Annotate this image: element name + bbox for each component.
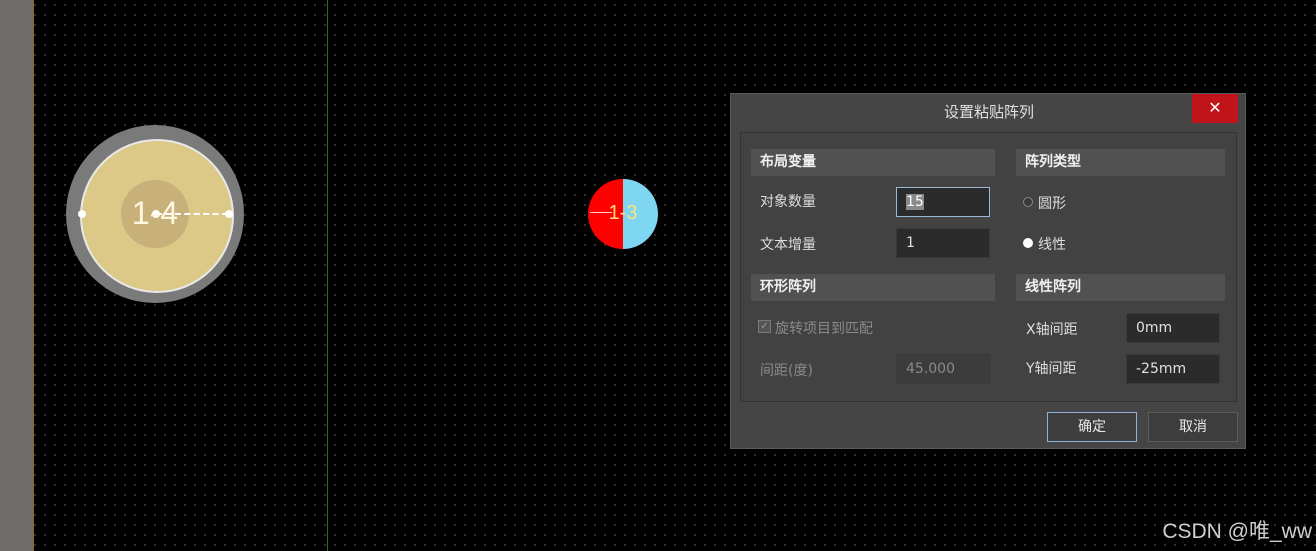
dialog-body: 布局变量 对象数量 15 文本增量 1 阵列类型 圆形 线性 环形阵列 ✓ 旋转… — [740, 132, 1237, 402]
layout-vars-header: 布局变量 — [751, 149, 995, 176]
array-type-header: 阵列类型 — [1016, 149, 1225, 176]
ok-button[interactable]: 确定 — [1047, 412, 1137, 442]
watermark: CSDN @唯_ww — [1162, 520, 1312, 543]
cancel-button[interactable]: 取消 — [1148, 412, 1238, 442]
close-button[interactable]: ✕ — [1192, 94, 1238, 123]
text-increment-input[interactable]: 1 — [896, 228, 990, 258]
rotate-label: 旋转项目到匹配 — [775, 321, 873, 337]
linear-array-header: 线性阵列 — [1016, 274, 1225, 301]
close-icon: ✕ — [1208, 98, 1222, 117]
pad-small[interactable]: 1-3 — [588, 179, 658, 249]
count-input[interactable]: 15 — [896, 187, 990, 217]
pad-large[interactable]: 1-4 — [66, 125, 244, 303]
spacing-degrees-label: 间距(度) — [760, 363, 813, 379]
y-spacing-input[interactable]: -25mm — [1126, 354, 1220, 384]
radio-circular[interactable] — [1023, 197, 1033, 207]
paste-array-dialog: 设置粘贴阵列 ✕ 布局变量 对象数量 15 文本增量 1 阵列类型 圆形 线性 … — [730, 93, 1246, 449]
spacing-degrees-input[interactable]: 45.000 — [896, 354, 990, 384]
count-label: 对象数量 — [760, 194, 816, 210]
radio-linear-label[interactable]: 线性 — [1038, 234, 1066, 254]
radio-linear[interactable] — [1023, 238, 1033, 248]
y-spacing-label: Y轴间距 — [1026, 361, 1077, 377]
origin-guide-line — [327, 0, 328, 551]
circular-array-header: 环形阵列 — [751, 274, 995, 301]
pad-small-label: 1-3 — [608, 202, 638, 224]
radio-circular-label[interactable]: 圆形 — [1038, 193, 1066, 213]
x-spacing-input[interactable]: 0mm — [1126, 313, 1220, 343]
text-increment-label: 文本增量 — [760, 237, 816, 253]
x-spacing-label: X轴间距 — [1026, 322, 1078, 338]
rotate-checkbox[interactable]: ✓ — [758, 320, 771, 333]
dialog-title: 设置粘贴阵列 — [943, 103, 1034, 121]
left-panel-edge — [0, 0, 34, 551]
pad-large-label: 1-4 — [131, 195, 179, 231]
